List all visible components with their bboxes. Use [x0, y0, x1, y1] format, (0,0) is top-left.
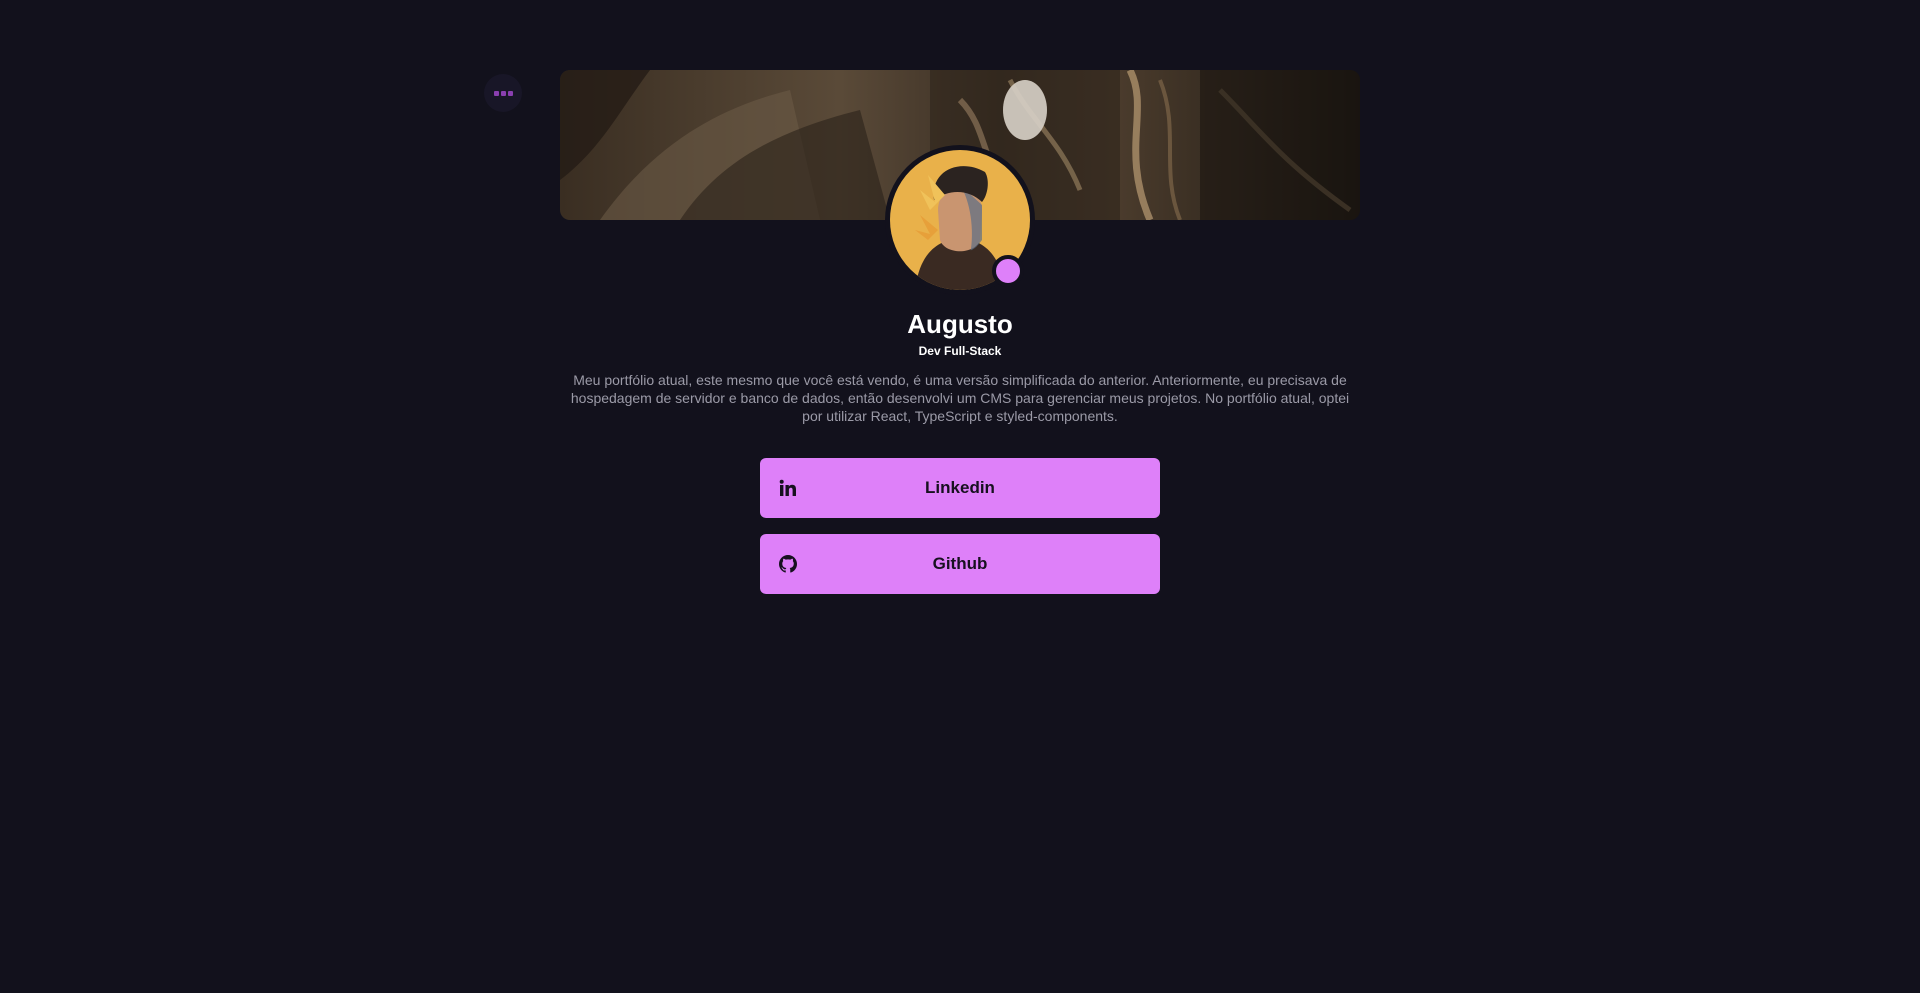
github-button[interactable]: Github	[760, 534, 1160, 594]
profile-page: Augusto Dev Full-Stack Meu portfólio atu…	[0, 0, 1920, 993]
github-icon	[778, 554, 798, 574]
linkedin-label: Linkedin	[925, 478, 995, 497]
profile-bio: Meu portfólio atual, este mesmo que você…	[570, 372, 1350, 424]
profile-role: Dev Full-Stack	[918, 344, 1002, 358]
avatar-container	[885, 145, 1035, 295]
github-label: Github	[932, 554, 988, 573]
online-status-dot	[992, 255, 1024, 287]
profile-name: Augusto	[907, 309, 1013, 339]
linkedin-button[interactable]: Linkedin	[760, 458, 1160, 518]
menu-button[interactable]	[484, 74, 522, 112]
menu-dots-icon	[493, 90, 513, 96]
linkedin-icon	[778, 478, 798, 498]
